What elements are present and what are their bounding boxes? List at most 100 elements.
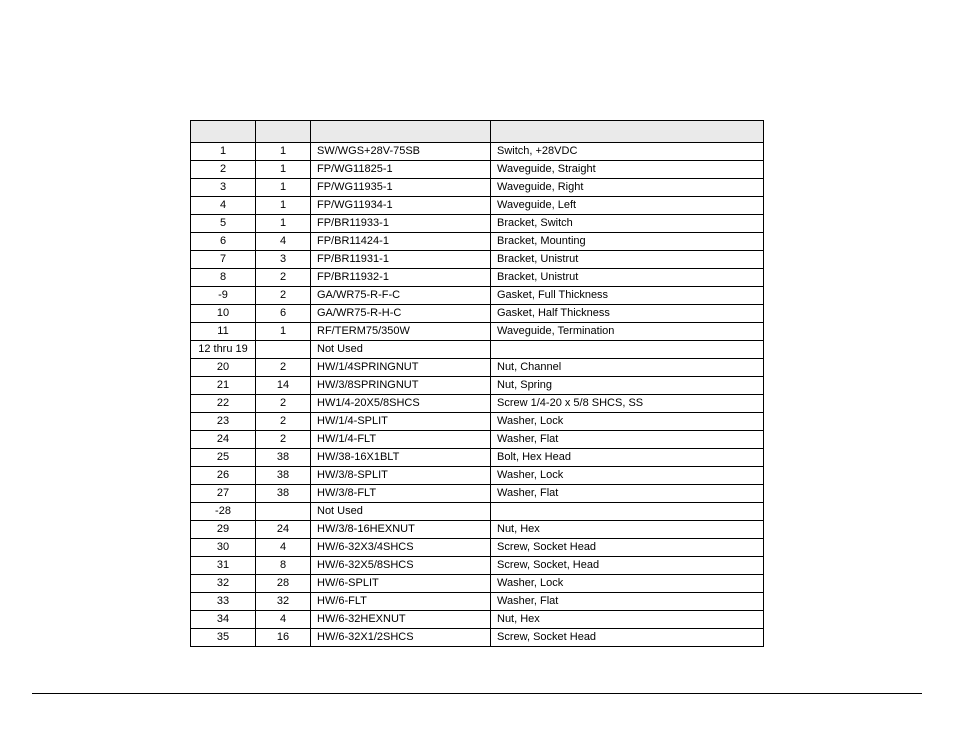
- table-row: 344HW/6-32HEXNUTNut, Hex: [191, 611, 764, 629]
- table-row: 111RF/TERM75/350WWaveguide, Termination: [191, 323, 764, 341]
- cell-part: GA/WR75-R-F-C: [311, 287, 491, 305]
- cell-desc: Bracket, Switch: [491, 215, 764, 233]
- table-row: 232HW/1/4-SPLITWasher, Lock: [191, 413, 764, 431]
- cell-desc: Bracket, Unistrut: [491, 251, 764, 269]
- cell-qty: 4: [256, 539, 311, 557]
- cell-part: FP/BR11424-1: [311, 233, 491, 251]
- table-row: 2638HW/3/8-SPLITWasher, Lock: [191, 467, 764, 485]
- cell-qty: 28: [256, 575, 311, 593]
- cell-part: HW/3/8-16HEXNUT: [311, 521, 491, 539]
- footer-rule: [32, 693, 922, 694]
- cell-part: SW/WGS+28V-75SB: [311, 143, 491, 161]
- cell-part: HW/6-32X1/2SHCS: [311, 629, 491, 647]
- cell-item: 26: [191, 467, 256, 485]
- cell-qty: 2: [256, 359, 311, 377]
- cell-desc: Bolt, Hex Head: [491, 449, 764, 467]
- table-row: 11SW/WGS+28V-75SBSwitch, +28VDC: [191, 143, 764, 161]
- cell-item: 34: [191, 611, 256, 629]
- cell-qty: 38: [256, 467, 311, 485]
- cell-desc: Switch, +28VDC: [491, 143, 764, 161]
- cell-desc: Bracket, Mounting: [491, 233, 764, 251]
- cell-desc: Screw, Socket, Head: [491, 557, 764, 575]
- cell-qty: 4: [256, 233, 311, 251]
- cell-item: 4: [191, 197, 256, 215]
- cell-item: 5: [191, 215, 256, 233]
- table-row: 318HW/6-32X5/8SHCSScrew, Socket, Head: [191, 557, 764, 575]
- table-row: 106GA/WR75-R-H-CGasket, Half Thickness: [191, 305, 764, 323]
- cell-desc: Screw, Socket Head: [491, 539, 764, 557]
- cell-item: 32: [191, 575, 256, 593]
- cell-desc: Washer, Lock: [491, 467, 764, 485]
- cell-item: 35: [191, 629, 256, 647]
- cell-part: HW/6-FLT: [311, 593, 491, 611]
- parts-table-header: [191, 121, 764, 143]
- table-row: 222HW1/4-20X5/8SHCSScrew 1/4-20 x 5/8 SH…: [191, 395, 764, 413]
- cell-desc: Nut, Channel: [491, 359, 764, 377]
- cell-part: HW/6-32HEXNUT: [311, 611, 491, 629]
- cell-part: FP/BR11932-1: [311, 269, 491, 287]
- col-header-qty: [256, 121, 311, 143]
- cell-item: 33: [191, 593, 256, 611]
- cell-qty: 38: [256, 449, 311, 467]
- col-header-desc: [491, 121, 764, 143]
- cell-qty: 1: [256, 215, 311, 233]
- cell-desc: [491, 503, 764, 521]
- cell-desc: Washer, Flat: [491, 431, 764, 449]
- cell-desc: Waveguide, Right: [491, 179, 764, 197]
- cell-qty: [256, 503, 311, 521]
- cell-part: FP/WG11935-1: [311, 179, 491, 197]
- parts-table-body: 11SW/WGS+28V-75SBSwitch, +28VDC21FP/WG11…: [191, 143, 764, 647]
- table-row: 2738HW/3/8-FLTWasher, Flat: [191, 485, 764, 503]
- cell-qty: 6: [256, 305, 311, 323]
- cell-part: HW/3/8SPRINGNUT: [311, 377, 491, 395]
- cell-qty: 32: [256, 593, 311, 611]
- table-row: 82FP/BR11932-1Bracket, Unistrut: [191, 269, 764, 287]
- table-row: 2924HW/3/8-16HEXNUTNut, Hex: [191, 521, 764, 539]
- cell-qty: 24: [256, 521, 311, 539]
- table-row: 51FP/BR11933-1Bracket, Switch: [191, 215, 764, 233]
- cell-item: 23: [191, 413, 256, 431]
- table-row: 3332HW/6-FLTWasher, Flat: [191, 593, 764, 611]
- cell-part: HW/6-SPLIT: [311, 575, 491, 593]
- cell-qty: 1: [256, 179, 311, 197]
- cell-item: 21: [191, 377, 256, 395]
- table-row: -28 Not Used: [191, 503, 764, 521]
- table-row: 21FP/WG11825-1Waveguide, Straight: [191, 161, 764, 179]
- cell-desc: Gasket, Full Thickness: [491, 287, 764, 305]
- cell-item: 2: [191, 161, 256, 179]
- cell-item: 30: [191, 539, 256, 557]
- cell-desc: Waveguide, Straight: [491, 161, 764, 179]
- cell-item: 8: [191, 269, 256, 287]
- cell-qty: 1: [256, 143, 311, 161]
- cell-qty: 4: [256, 611, 311, 629]
- cell-item: 7: [191, 251, 256, 269]
- cell-part: HW1/4-20X5/8SHCS: [311, 395, 491, 413]
- cell-part: Not Used: [311, 341, 491, 359]
- table-row: 2114HW/3/8SPRINGNUTNut, Spring: [191, 377, 764, 395]
- cell-part: RF/TERM75/350W: [311, 323, 491, 341]
- table-row: 202HW/1/4SPRINGNUTNut, Channel: [191, 359, 764, 377]
- cell-item: -28: [191, 503, 256, 521]
- cell-qty: 2: [256, 287, 311, 305]
- cell-qty: 2: [256, 431, 311, 449]
- table-row: 242HW/1/4-FLTWasher, Flat: [191, 431, 764, 449]
- cell-desc: Waveguide, Left: [491, 197, 764, 215]
- cell-desc: Nut, Hex: [491, 521, 764, 539]
- cell-item: 10: [191, 305, 256, 323]
- cell-part: Not Used: [311, 503, 491, 521]
- cell-item: 3: [191, 179, 256, 197]
- cell-desc: Washer, Lock: [491, 575, 764, 593]
- cell-part: GA/WR75-R-H-C: [311, 305, 491, 323]
- cell-qty: 14: [256, 377, 311, 395]
- cell-part: HW/1/4-FLT: [311, 431, 491, 449]
- cell-part: FP/BR11931-1: [311, 251, 491, 269]
- cell-part: HW/38-16X1BLT: [311, 449, 491, 467]
- cell-qty: 2: [256, 413, 311, 431]
- cell-item: 29: [191, 521, 256, 539]
- parts-table: 11SW/WGS+28V-75SBSwitch, +28VDC21FP/WG11…: [190, 120, 764, 647]
- cell-qty: 1: [256, 161, 311, 179]
- cell-part: HW/1/4SPRINGNUT: [311, 359, 491, 377]
- table-row: 12 thru 19Not Used: [191, 341, 764, 359]
- cell-desc: Washer, Flat: [491, 593, 764, 611]
- cell-desc: Washer, Lock: [491, 413, 764, 431]
